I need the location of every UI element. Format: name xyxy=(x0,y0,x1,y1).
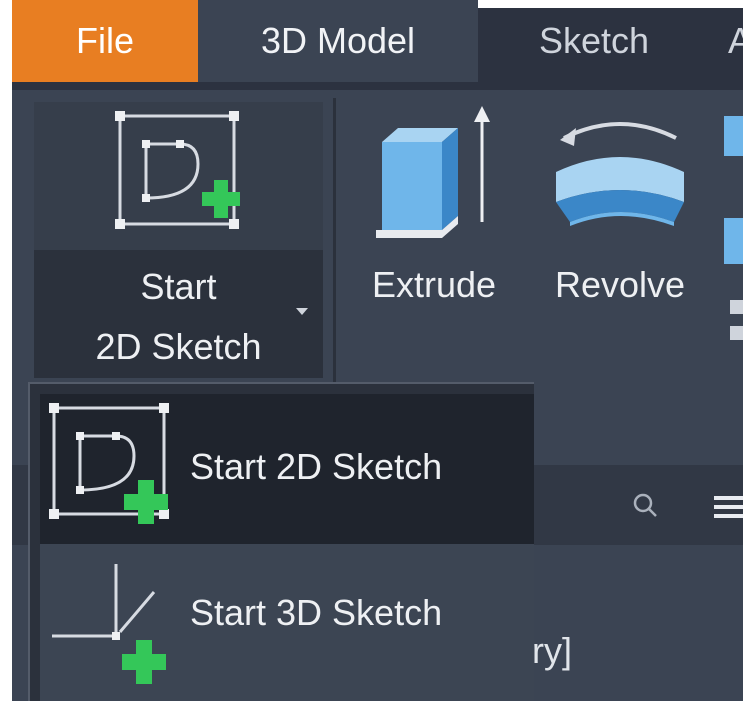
revolve-button[interactable]: Revolve xyxy=(530,98,710,328)
tab-sketch-label: Sketch xyxy=(538,20,650,61)
chevron-down-icon[interactable] xyxy=(296,308,308,315)
start-2d-sketch-button[interactable]: Start 2D Sketch xyxy=(34,102,323,378)
tab-3d-model-label: 3D Model xyxy=(260,20,416,61)
tab-truncated-label: A xyxy=(728,20,743,61)
hamburger-menu-icon[interactable] xyxy=(710,496,743,518)
ribbon-divider xyxy=(333,98,336,388)
start-2d-sketch-label-line1: Start xyxy=(140,266,217,307)
tab-truncated[interactable]: A xyxy=(710,0,743,82)
image-border-left xyxy=(0,0,12,701)
app-window: File 3D Model Sketch A Start 2D Sketch E… xyxy=(0,0,743,701)
start-2d-sketch-label-line2: 2D Sketch xyxy=(95,326,262,367)
dropdown-item-start-3d-sketch[interactable]: Start 3D Sketch xyxy=(40,544,534,701)
dropdown-item-label: Start 2D Sketch xyxy=(190,446,443,487)
dropdown-item-label: Start 3D Sketch xyxy=(190,592,443,633)
start-3d-sketch-icon xyxy=(52,564,166,684)
revolve-label: Revolve xyxy=(554,264,686,305)
dropdown-item-start-2d-sketch[interactable]: Start 2D Sketch xyxy=(40,394,534,544)
start-2d-sketch-icon xyxy=(49,403,169,524)
tab-file-label: File xyxy=(75,20,134,61)
partial-tool-icon[interactable] xyxy=(710,100,743,360)
tab-sketch[interactable]: Sketch xyxy=(478,0,710,82)
extrude-button[interactable]: Extrude xyxy=(346,98,522,328)
tab-3d-model[interactable]: 3D Model xyxy=(198,0,478,82)
extrude-icon xyxy=(376,106,490,238)
revolve-icon xyxy=(556,122,684,226)
start-sketch-dropdown: Start 2D Sketch Start 3D Sketch xyxy=(28,382,534,701)
extrude-label: Extrude xyxy=(371,264,497,305)
tab-file[interactable]: File xyxy=(12,0,198,82)
start-2d-sketch-icon-area[interactable] xyxy=(34,102,323,250)
search-icon[interactable] xyxy=(632,492,658,518)
start-2d-sketch-icon xyxy=(115,111,240,229)
